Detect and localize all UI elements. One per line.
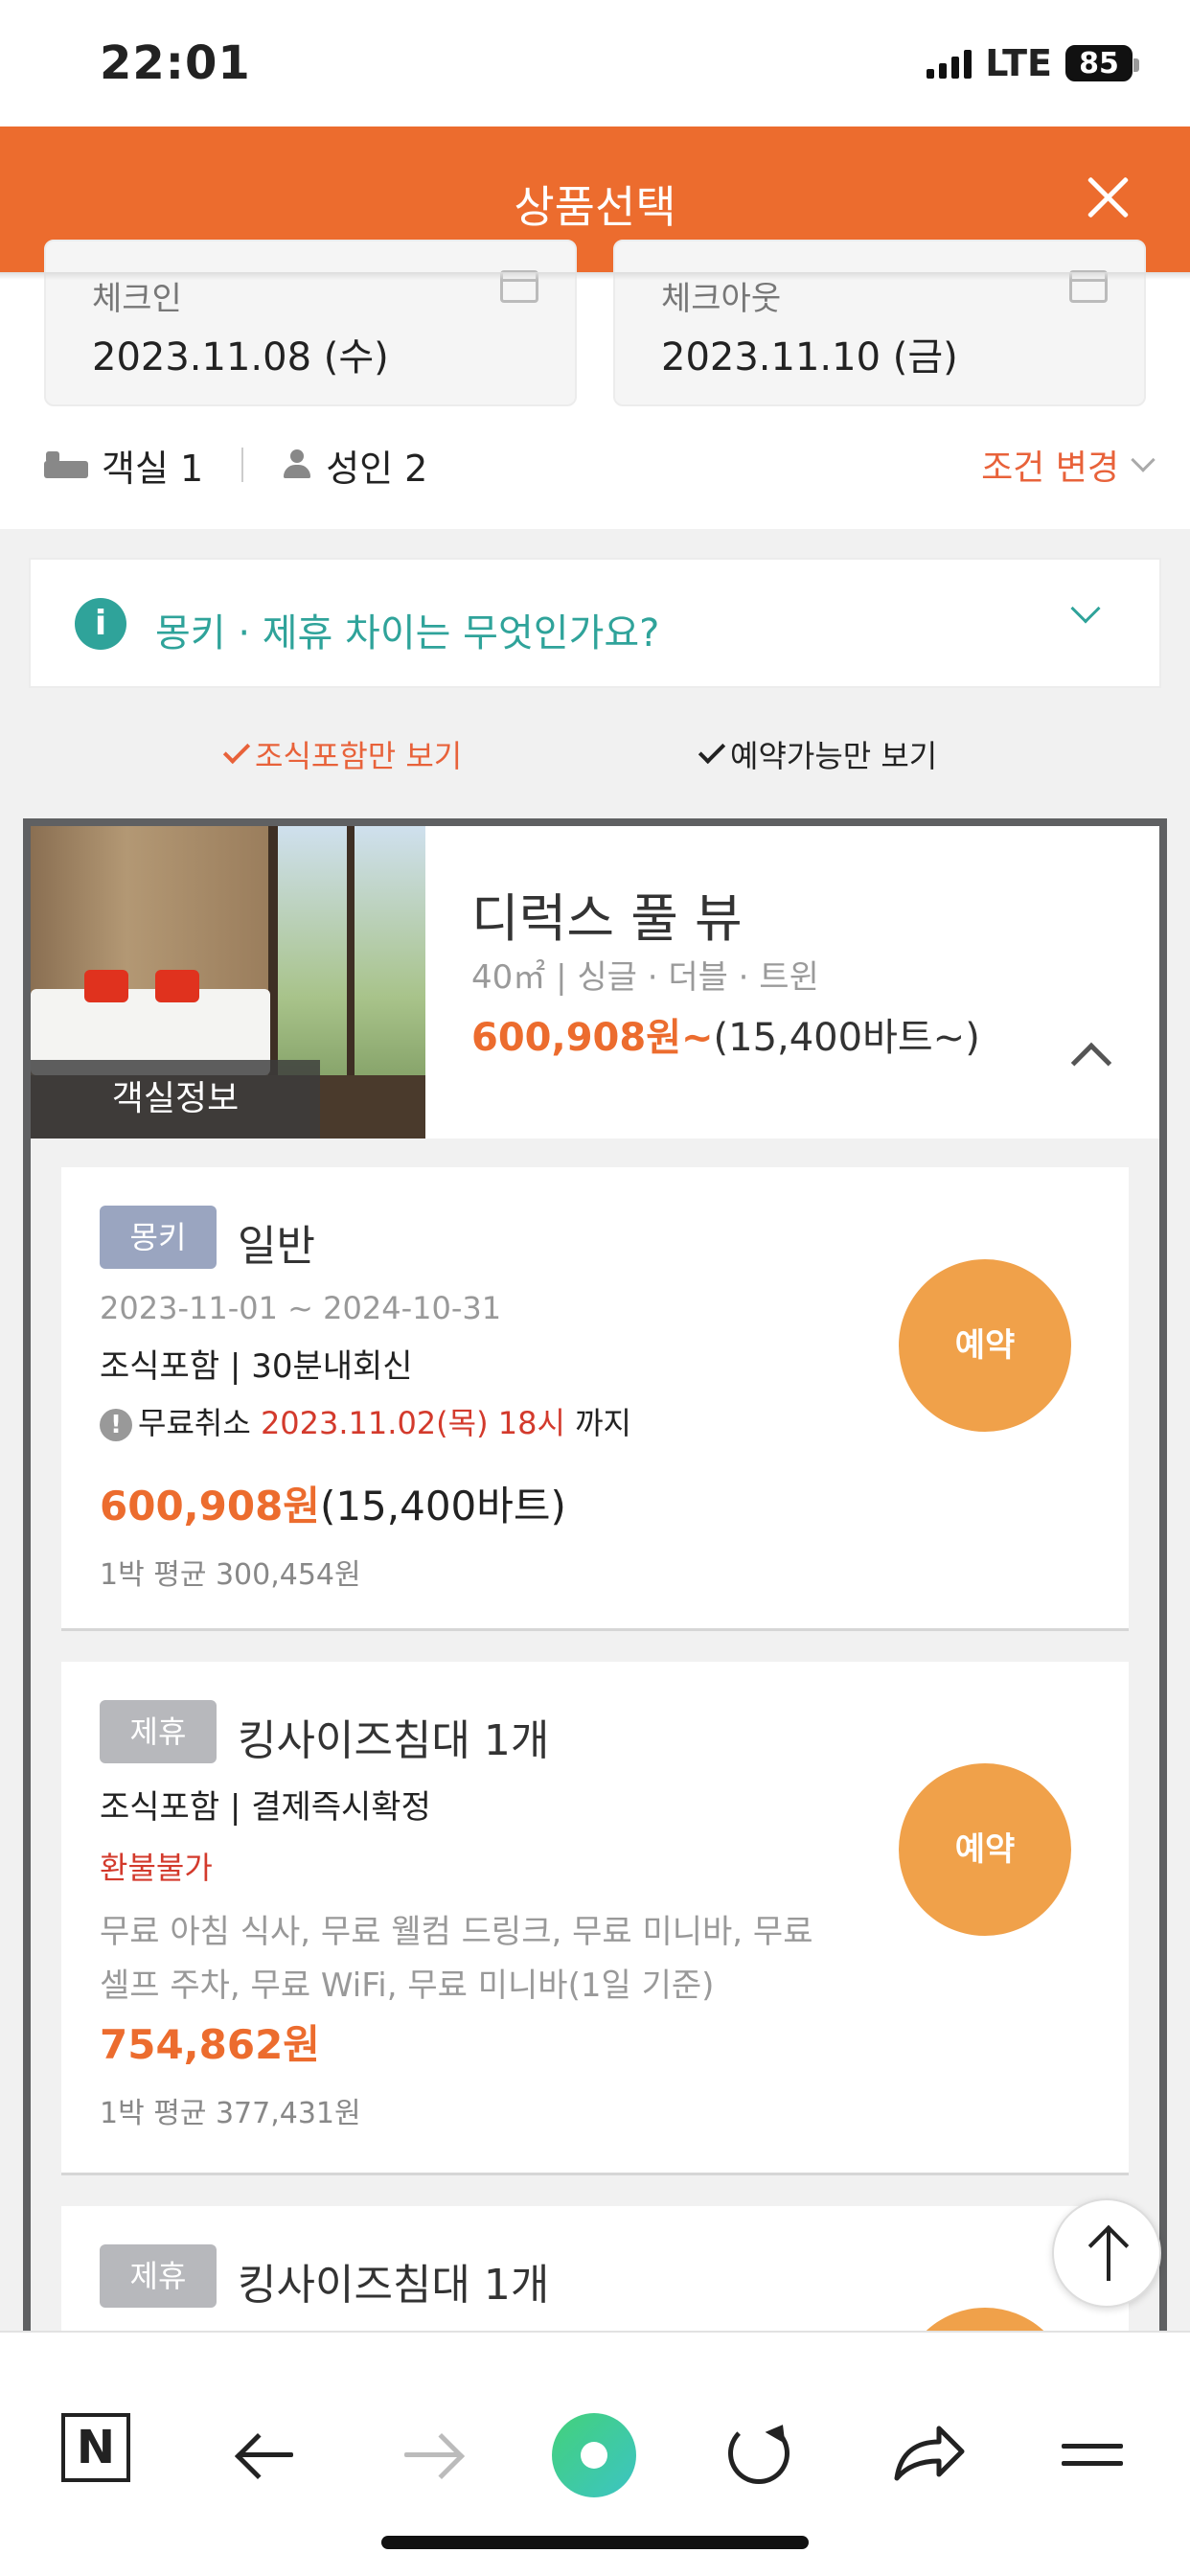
book-button[interactable]: 예약 <box>899 1763 1071 1936</box>
plan-price-baht: (15,400바트) <box>319 1483 566 1530</box>
header-shadow <box>0 272 1190 280</box>
reload-icon[interactable] <box>728 2423 790 2484</box>
signal-icon <box>927 48 973 79</box>
arrow-left-icon <box>234 2432 282 2480</box>
book-button[interactable]: 예약 <box>899 1259 1071 1432</box>
plan-name: 킹사이즈침대 1개 <box>238 1716 550 1765</box>
chevron-up-icon[interactable] <box>1070 1042 1112 1084</box>
rooms-count: 객실 1 <box>44 439 203 492</box>
plan-conditions: 조식포함 | 결제즉시확정 <box>100 1788 431 1827</box>
bed-icon <box>44 451 88 478</box>
room-name: 디럭스 풀 뷰 <box>471 888 743 949</box>
filter-available[interactable]: 예약가능만 보기 <box>698 732 938 776</box>
checkin-field[interactable]: 체크인 2023.11.08 (수) <box>44 240 577 406</box>
plan-benefits-line-1: 무료 아침 식사, 무료 웰컴 드링크, 무료 미니바, 무료 <box>100 1913 813 1951</box>
plan-name: 일반 <box>238 1222 315 1271</box>
cancel-prefix: 무료취소 <box>138 1405 251 1441</box>
plan-cancel-policy: ! 무료취소 2023.11.02(목) 18시 까지 <box>100 1399 631 1443</box>
room-image[interactable]: 객실정보 <box>31 826 425 1138</box>
person-icon <box>282 449 312 480</box>
checkin-value: 2023.11.08 (수) <box>92 335 389 380</box>
plan-name: 킹사이즈침대 1개 <box>238 2261 550 2310</box>
forward-button[interactable] <box>397 2409 473 2505</box>
network-label: LTE <box>985 42 1052 84</box>
plan-badge: 제휴 <box>100 1700 217 1763</box>
battery-icon: 85 <box>1065 45 1139 81</box>
status-time: 22:01 <box>100 36 251 90</box>
change-conditions-button[interactable]: 조건 변경 <box>981 440 1156 490</box>
check-icon <box>222 736 251 765</box>
cancel-date: 2023.11.02(목) 18시 <box>260 1405 565 1441</box>
faq-question: 몽키 · 제휴 차이는 무엇인가요? <box>155 611 660 656</box>
change-conditions-label: 조건 변경 <box>981 448 1119 488</box>
room-price-baht: (15,400바트~) <box>713 1016 980 1060</box>
plan-badge: 제휴 <box>100 2244 217 2308</box>
check-icon <box>698 736 726 765</box>
content-area: i 몽키 · 제휴 차이는 무엇인가요? 조식포함만 보기 예약가능만 보기 객… <box>0 529 1190 2480</box>
guest-summary: 객실 1 성인 2 조건 변경 <box>44 436 1156 494</box>
room-spec: 40㎡ | 싱글 · 더블 · 트윈 <box>471 958 819 997</box>
filter-available-label: 예약가능만 보기 <box>730 738 938 774</box>
cancel-suffix: 까지 <box>575 1405 631 1441</box>
plan-conditions: 조식포함 | 30분내회신 <box>100 1347 413 1386</box>
plan-period: 2023-11-01 ~ 2024-10-31 <box>100 1290 502 1326</box>
page-title: 상품선택 <box>514 181 676 233</box>
chevron-down-icon <box>1131 448 1156 472</box>
plan-price: 754,862원 <box>100 2012 320 2071</box>
warning-icon: ! <box>100 1409 132 1441</box>
rooms-label: 객실 1 <box>102 447 204 490</box>
rate-plan: 몽키 일반 2023-11-01 ~ 2024-10-31 조식포함 | 30분… <box>61 1167 1129 1631</box>
plan-benefits-line-2: 셀프 주차, 무료 WiFi, 무료 미니바(1일 기준) <box>100 1966 715 2005</box>
plan-price-krw: 600,908원 <box>100 1483 320 1530</box>
green-dot-button[interactable] <box>552 2413 636 2497</box>
plan-average: 1박 평균 377,431원 <box>100 2097 361 2130</box>
status-indicators: LTE 85 <box>927 42 1139 84</box>
checkout-field[interactable]: 체크아웃 2023.11.10 (금) <box>613 240 1146 406</box>
back-button[interactable] <box>230 2409 307 2505</box>
naver-home-icon[interactable]: N <box>61 2413 130 2482</box>
chevron-down-icon <box>1070 593 1101 624</box>
arrow-right-icon <box>418 2432 466 2480</box>
adults-label: 성인 2 <box>326 447 428 490</box>
filter-breakfast-label: 조식포함만 보기 <box>255 738 463 774</box>
close-icon[interactable] <box>1079 169 1136 226</box>
plan-price: 600,908원(15,400바트) <box>100 1474 566 1532</box>
room-info-label[interactable]: 객실정보 <box>31 1060 320 1138</box>
plan-average: 1박 평균 300,454원 <box>100 1558 361 1592</box>
rate-plan: 제휴 킹사이즈침대 1개 조식포함 | 결제즉시확정 환불불가 무료 아침 식사… <box>61 1662 1129 2175</box>
scroll-to-top-button[interactable] <box>1052 2198 1161 2308</box>
share-icon[interactable] <box>891 2419 968 2486</box>
filter-bar: 조식포함만 보기 예약가능만 보기 <box>0 732 1190 790</box>
faq-accordion[interactable]: i 몽키 · 제휴 차이는 무엇인가요? <box>29 558 1161 688</box>
status-bar: 22:01 LTE 85 <box>0 0 1190 126</box>
info-icon: i <box>75 598 126 650</box>
filter-breakfast[interactable]: 조식포함만 보기 <box>222 732 463 776</box>
room-header[interactable]: 객실정보 디럭스 풀 뷰 40㎡ | 싱글 · 더블 · 트윈 600,908원… <box>31 826 1159 1138</box>
home-indicator <box>381 2536 809 2549</box>
plan-refund-policy: 환불불가 <box>100 1850 213 1886</box>
checkout-value: 2023.11.10 (금) <box>661 335 958 380</box>
plan-price-krw: 754,862원 <box>100 2021 320 2068</box>
menu-icon[interactable] <box>1054 2428 1131 2486</box>
room-card: 객실정보 디럭스 풀 뷰 40㎡ | 싱글 · 더블 · 트윈 600,908원… <box>23 818 1167 2480</box>
adults-count: 성인 2 <box>282 439 427 492</box>
plan-badge: 몽키 <box>100 1206 217 1269</box>
room-price-krw: 600,908원~ <box>471 1016 714 1060</box>
divider <box>241 448 244 482</box>
room-price: 600,908원~(15,400바트~) <box>471 1006 980 1062</box>
